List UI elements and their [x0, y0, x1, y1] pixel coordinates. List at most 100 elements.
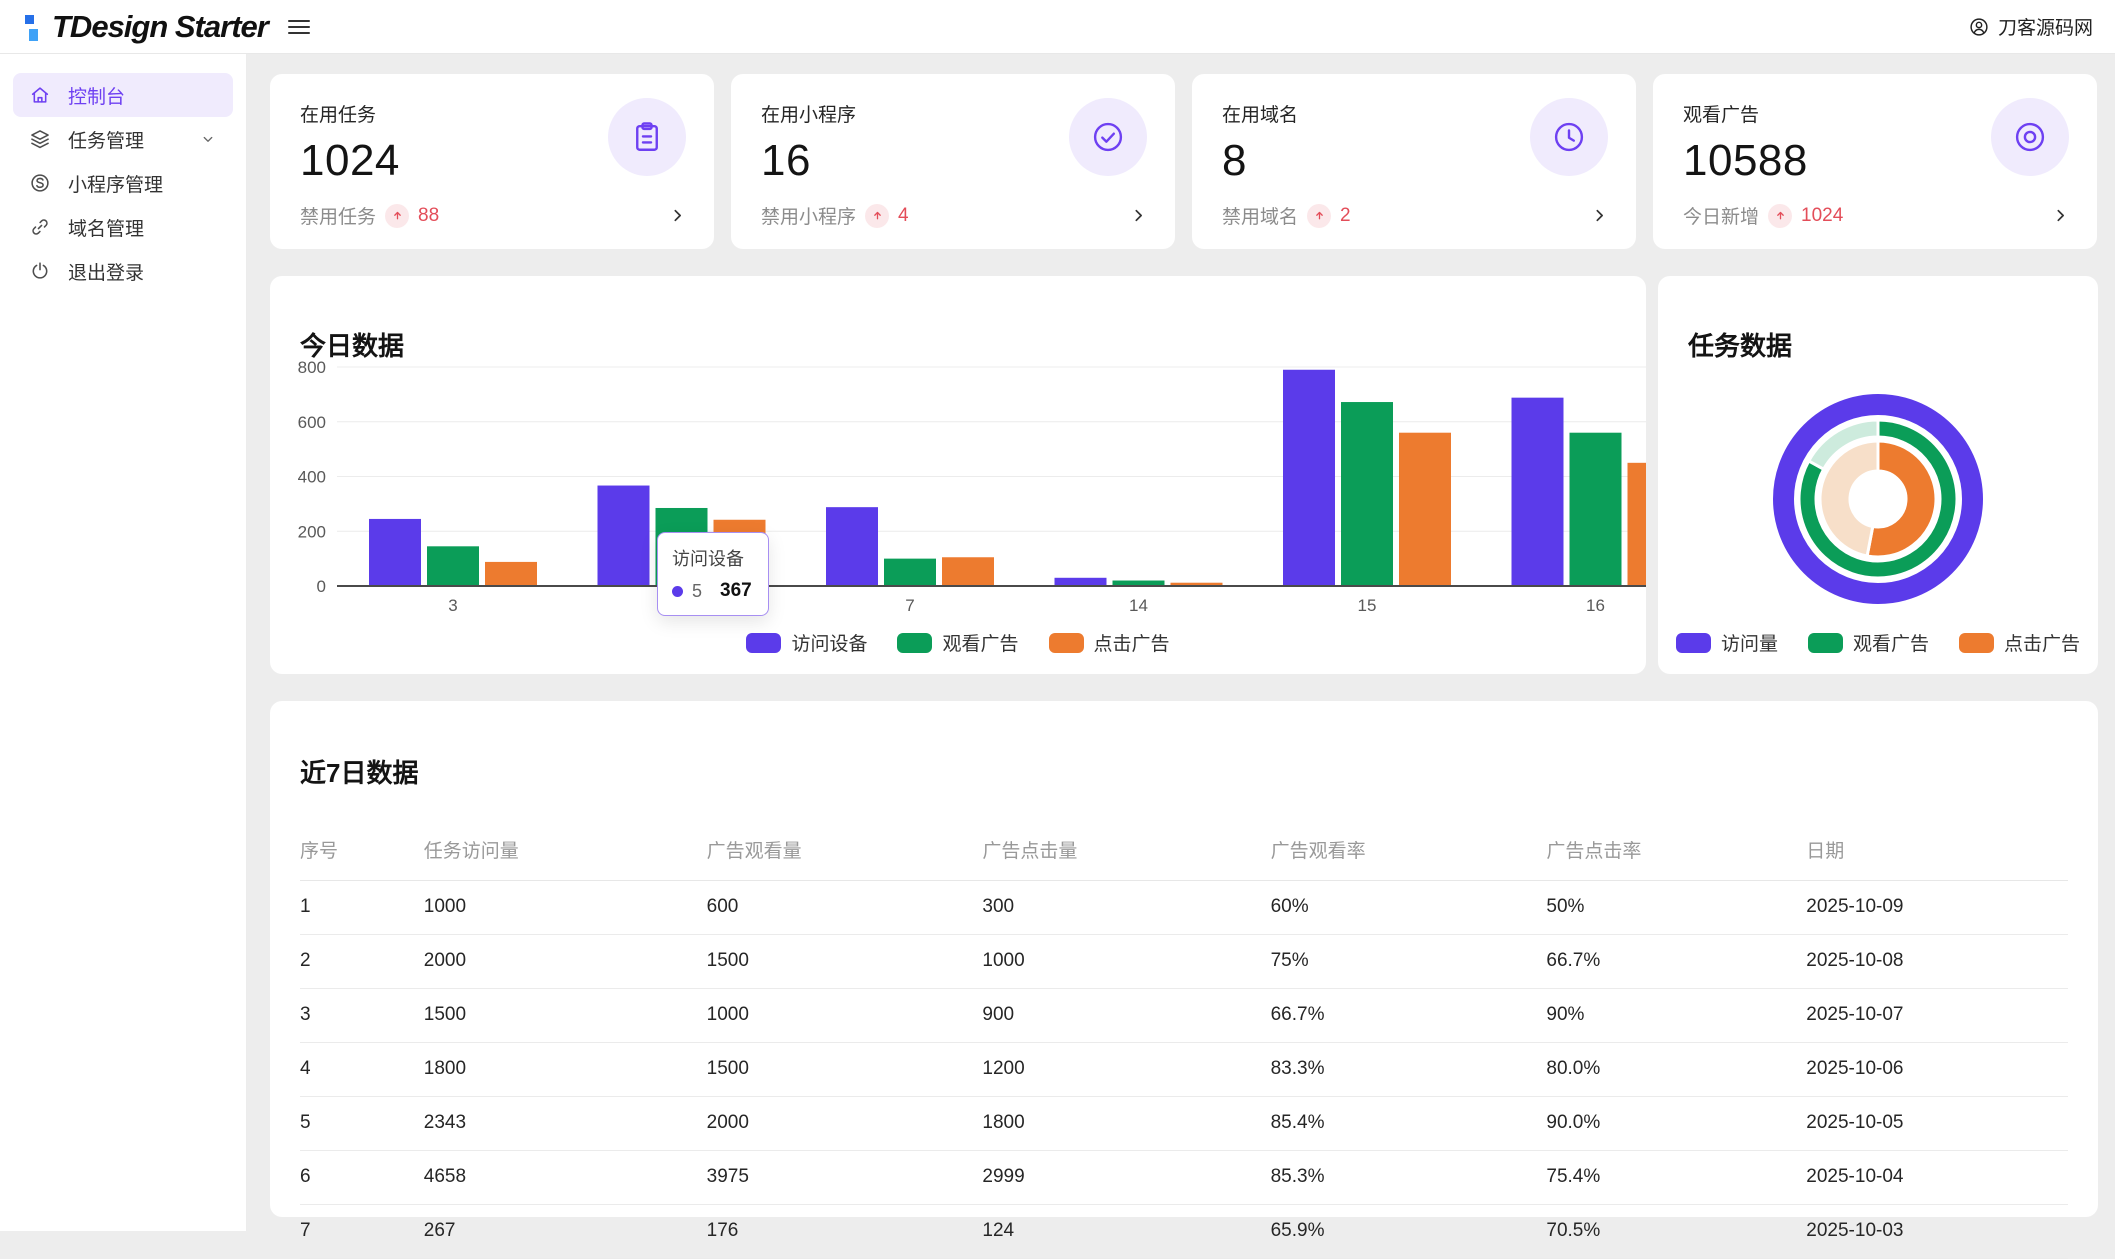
table-cell: 90%: [1546, 988, 1807, 1043]
table-cell: 2025-10-05: [1806, 1096, 2068, 1151]
bar-访问设备-7[interactable]: [826, 507, 878, 586]
chevron-right-icon[interactable]: [1128, 205, 1149, 226]
table-cell: 4658: [423, 1150, 707, 1205]
user-icon: [1970, 17, 1988, 36]
table-cell: 85.3%: [1270, 1150, 1547, 1205]
legend-item-点击广告[interactable]: 点击广告: [1959, 629, 2080, 656]
table-header-cell: 任务访问量: [423, 824, 707, 881]
stat-footer-label: 今日新增: [1683, 207, 1760, 228]
stat-card-footer: 禁用任务 88: [300, 202, 688, 229]
bar-访问设备-5[interactable]: [597, 485, 650, 586]
home-icon: [31, 87, 49, 103]
table-row: 7 267 176 124 65.9% 70.5% 2025-10-03: [300, 1204, 2068, 1259]
legend-item-观看广告[interactable]: 观看广告: [1807, 629, 1929, 656]
stat-footer-value: 88: [418, 204, 440, 226]
legend-swatch: [1807, 632, 1843, 653]
sidebar-item-logout[interactable]: 退出登录: [13, 249, 233, 293]
table-cell: 2000: [423, 934, 707, 989]
bar-观看广告-16[interactable]: [1569, 432, 1622, 586]
sidebar-item-miniprogram[interactable]: 小程序管理: [13, 161, 233, 205]
stat-card-row: 在用任务 1024 禁用任务 88 在用小程序 16 禁用小程序 4 在用域名 8 禁用域名 2 观看广…: [270, 74, 2098, 249]
table-header-cell: 日期: [1806, 824, 2068, 881]
tooltip-value: 367: [720, 580, 752, 601]
legend-item-访问设备[interactable]: 访问设备: [746, 629, 867, 656]
table-cell: 1500: [706, 1042, 983, 1097]
user-menu[interactable]: 刀客源码网: [1968, 13, 2093, 40]
stat-footer-value: 4: [898, 204, 909, 226]
table-cell: 2000: [706, 1096, 983, 1151]
logo-icon: [24, 10, 40, 44]
table-cell: 70.5%: [1546, 1204, 1807, 1259]
table-cell: 6: [300, 1150, 424, 1205]
table-cell: 1: [300, 880, 424, 935]
logo-text: TDesign Starter: [52, 8, 269, 44]
clock-icon: [1554, 122, 1584, 152]
table-cell: 176: [706, 1204, 983, 1259]
bar-访问设备-15[interactable]: [1283, 369, 1335, 586]
table-cell: 2025-10-04: [1806, 1150, 2068, 1205]
legend-item-观看广告[interactable]: 观看广告: [897, 629, 1019, 656]
menu-toggle-icon[interactable]: [287, 16, 310, 38]
legend-swatch: [1048, 632, 1084, 653]
bar-访问设备-14[interactable]: [1054, 577, 1107, 586]
donut-chart[interactable]: [1658, 349, 2098, 619]
legend-item-访问量[interactable]: 访问量: [1675, 629, 1778, 656]
sidebar: 控制台 任务管理小程序管理域名管理 退出登录: [0, 54, 247, 1231]
table-cell: 267: [423, 1204, 707, 1259]
bar-点击广告-16[interactable]: [1627, 462, 1647, 586]
bar-点击广告-7[interactable]: [942, 557, 994, 586]
arrow-up-icon: [1776, 211, 1784, 220]
charts-row: 今日数据 0200400600800357141516 访问设备观看广告点击广告…: [270, 276, 2098, 674]
table-cell: 1800: [423, 1042, 707, 1097]
legend-label: 观看广告: [1852, 634, 1929, 655]
bar-观看广告-7[interactable]: [884, 558, 936, 586]
bar-访问设备-16[interactable]: [1511, 397, 1564, 586]
table-cell: 1000: [706, 988, 983, 1043]
logo[interactable]: TDesign Starter: [24, 8, 269, 45]
chevron-down-icon[interactable]: [199, 130, 217, 148]
legend-swatch: [1959, 632, 1994, 653]
table-cell: 1500: [423, 988, 707, 1043]
bar-访问设备-3[interactable]: [369, 518, 421, 586]
legend-label: 观看广告: [942, 634, 1019, 655]
x-tick-label: 7: [905, 596, 914, 615]
bar-chart[interactable]: 0 200 400 600 800 3 5 7 14 15 16: [270, 349, 1646, 619]
table-row: 2 2000 1500 1000 75% 66.7% 2025-10-08: [300, 934, 2068, 989]
table-cell: 2025-10-08: [1806, 934, 2068, 989]
table-cell: 5: [300, 1096, 424, 1151]
x-tick-label: 3: [448, 596, 457, 615]
bar-点击广告-15[interactable]: [1399, 432, 1451, 586]
legend-label: 点击广告: [1093, 634, 1170, 655]
sidebar-item-console[interactable]: 控制台: [13, 73, 233, 117]
table-cell: 2343: [423, 1096, 707, 1151]
sidebar-item-label: 小程序管理: [68, 174, 164, 196]
legend-label: 访问设备: [791, 634, 868, 655]
chevron-right-icon[interactable]: [667, 205, 688, 226]
legend-item-点击广告[interactable]: 点击广告: [1048, 629, 1170, 656]
chart-tooltip: 访问设备 5 367: [657, 532, 769, 616]
eye-icon: [2015, 122, 2045, 152]
table-cell: 2025-10-03: [1806, 1204, 2068, 1259]
stat-card-icon-circle: [1069, 98, 1147, 176]
table-title: 近7日数据: [300, 758, 419, 788]
chevron-right-icon[interactable]: [1589, 205, 1610, 226]
stat-card-icon-circle: [1530, 98, 1608, 176]
chevron-right-icon[interactable]: [2050, 205, 2071, 226]
table-cell: 1800: [982, 1096, 1271, 1151]
stat-card-domains: 在用域名 8 禁用域名 2: [1192, 74, 1636, 249]
table-cell: 80.0%: [1546, 1042, 1807, 1097]
stat-card-miniprograms: 在用小程序 16 禁用小程序 4: [731, 74, 1175, 249]
table-cell: 85.4%: [1270, 1096, 1547, 1151]
table-cell: 2: [300, 934, 424, 989]
legend-swatch: [897, 632, 933, 653]
y-tick-label: 600: [298, 413, 326, 432]
bar-点击广告-3[interactable]: [485, 561, 537, 586]
y-tick-label: 400: [298, 468, 326, 487]
bar-观看广告-15[interactable]: [1341, 402, 1393, 586]
stat-footer-label: 禁用任务: [300, 207, 377, 228]
table-cell: 66.7%: [1270, 988, 1547, 1043]
bar-观看广告-3[interactable]: [427, 546, 479, 586]
sidebar-item-tasks[interactable]: 任务管理: [13, 117, 233, 161]
sidebar-item-domains[interactable]: 域名管理: [13, 205, 233, 249]
legend-swatch: [1675, 632, 1711, 653]
